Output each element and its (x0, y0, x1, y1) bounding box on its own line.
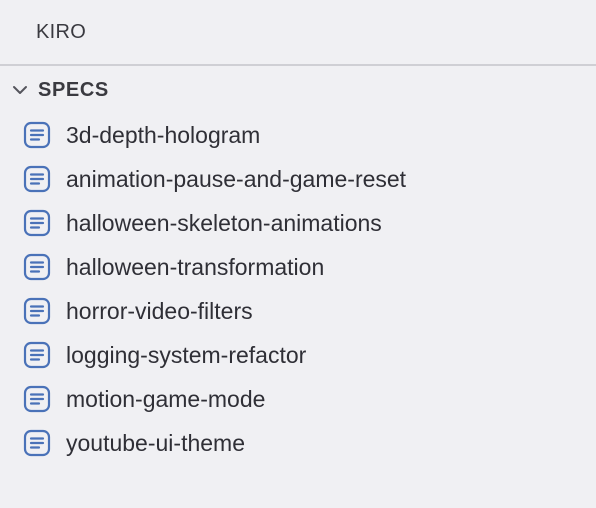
spec-label: halloween-skeleton-animations (66, 209, 382, 236)
spec-label: 3d-depth-hologram (66, 121, 261, 148)
document-icon (23, 121, 51, 149)
panel-title: KIRO (36, 20, 87, 43)
panel-header: KIRO (0, 0, 596, 66)
section-title: SPECS (38, 78, 109, 101)
spec-label: motion-game-mode (66, 385, 266, 412)
spec-label: youtube-ui-theme (66, 429, 245, 456)
document-icon (23, 385, 51, 413)
spec-item[interactable]: horror-video-filters (0, 289, 596, 333)
specs-section-header[interactable]: SPECS (0, 68, 596, 112)
spec-item[interactable]: animation-pause-and-game-reset (0, 157, 596, 201)
document-icon (23, 253, 51, 281)
spec-item[interactable]: logging-system-refactor (0, 333, 596, 377)
chevron-down-icon (13, 86, 27, 94)
spec-label: horror-video-filters (66, 297, 253, 324)
spec-label: logging-system-refactor (66, 341, 307, 368)
spec-list: 3d-depth-hologram animation-pause-and-ga… (0, 113, 596, 465)
document-icon (23, 429, 51, 457)
spec-item[interactable]: halloween-transformation (0, 245, 596, 289)
spec-item[interactable]: motion-game-mode (0, 377, 596, 421)
spec-item[interactable]: halloween-skeleton-animations (0, 201, 596, 245)
spec-label: halloween-transformation (66, 253, 325, 280)
document-icon (23, 341, 51, 369)
document-icon (23, 165, 51, 193)
document-icon (23, 209, 51, 237)
spec-item[interactable]: 3d-depth-hologram (0, 113, 596, 157)
spec-label: animation-pause-and-game-reset (66, 165, 407, 192)
spec-item[interactable]: youtube-ui-theme (0, 421, 596, 465)
document-icon (23, 297, 51, 325)
